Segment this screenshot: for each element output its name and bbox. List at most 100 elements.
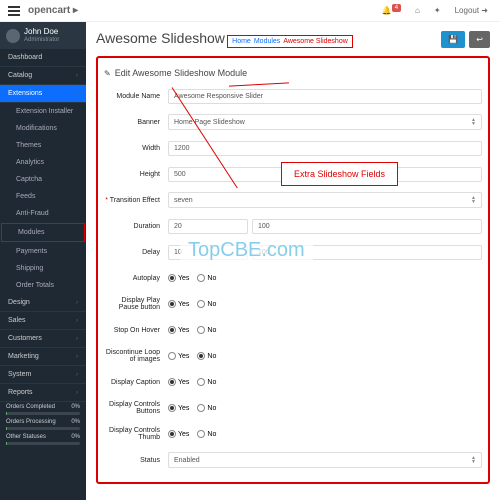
- nav-label: Customers: [8, 335, 42, 342]
- input-delay-1[interactable]: 10: [168, 245, 248, 260]
- nav-marketing[interactable]: Marketing›: [0, 348, 86, 366]
- row-caption: Display Caption Yes No: [104, 372, 482, 392]
- home-icon[interactable]: ⌂: [411, 4, 424, 17]
- nav-design[interactable]: Design›: [0, 294, 86, 312]
- radio-ctrlbtn-yes[interactable]: Yes: [168, 404, 189, 412]
- chevron-right-icon: ›: [76, 300, 78, 306]
- nav-system[interactable]: System ›: [0, 366, 86, 384]
- nav-label: Dashboard: [8, 54, 42, 61]
- radio-icon: [168, 300, 176, 308]
- crumb-home[interactable]: Home: [232, 38, 251, 45]
- row-banner: Banner Home Page Slideshow▲▼: [104, 112, 482, 132]
- nav-catalog[interactable]: Catalog›: [0, 67, 86, 85]
- label-playpause: Display Play Pause button: [104, 297, 168, 311]
- radio-icon: [168, 352, 176, 360]
- logo-text: opencart: [28, 5, 70, 16]
- chevron-right-icon: ›: [76, 336, 78, 342]
- label-delay: Delay: [104, 249, 168, 256]
- label-height: Height: [104, 171, 168, 178]
- page-title: Awesome Slideshow: [96, 30, 225, 46]
- menu-toggle-icon[interactable]: [8, 6, 20, 16]
- logo[interactable]: opencart ▸: [28, 5, 78, 16]
- nav-dashboard[interactable]: Dashboard: [0, 49, 86, 67]
- select-value: Home Page Slideshow: [174, 119, 245, 126]
- stat-processing: Orders Processing 0%: [0, 417, 86, 432]
- header-left: Awesome Slideshow Home Modules Awesome S…: [96, 30, 353, 48]
- radio-discont-no[interactable]: No: [197, 352, 216, 360]
- user-role: Administrator: [24, 37, 59, 44]
- support-icon[interactable]: ✦: [430, 4, 445, 17]
- label-status: Status: [104, 457, 168, 464]
- radio-discont-yes[interactable]: Yes: [168, 352, 189, 360]
- back-button[interactable]: ↩: [469, 31, 490, 48]
- topbar-left: opencart ▸: [8, 5, 78, 16]
- radio-ctrlbtn-no[interactable]: No: [197, 404, 216, 412]
- input-duration-2[interactable]: 100: [252, 219, 482, 234]
- nav-sub-installer[interactable]: Extension Installer: [0, 103, 86, 120]
- radio-icon: [197, 274, 205, 282]
- select-banner[interactable]: Home Page Slideshow▲▼: [168, 114, 482, 130]
- nav-sub-feeds[interactable]: Feeds: [0, 188, 86, 205]
- header-buttons: 💾 ↩: [441, 31, 490, 48]
- nav-sales[interactable]: Sales›: [0, 312, 86, 330]
- nav-sub-captcha[interactable]: Captcha: [0, 171, 86, 188]
- label-width: Width: [104, 145, 168, 152]
- nav-label: Reports: [8, 389, 33, 396]
- radio-autoplay-yes[interactable]: Yes: [168, 274, 189, 282]
- nav-sub-payments[interactable]: Payments: [0, 243, 86, 260]
- nav-extensions[interactable]: Extensions⌄: [0, 85, 86, 103]
- main: John Doe Administrator Dashboard Catalog…: [0, 22, 500, 500]
- nav-sub-antifraud[interactable]: Anti-Fraud: [0, 205, 86, 222]
- nav-sub-themes[interactable]: Themes: [0, 137, 86, 154]
- label-duration: Duration: [104, 223, 168, 230]
- stat-val: 0%: [71, 419, 80, 425]
- crumb-modules[interactable]: Modules: [254, 38, 280, 45]
- nav-reports[interactable]: Reports›: [0, 384, 86, 402]
- radio-ctrlthumb-yes[interactable]: Yes: [168, 430, 189, 438]
- row-discont: Discontinue Loop of images YesNo: [104, 346, 482, 366]
- radio-caption-no[interactable]: No: [197, 378, 216, 386]
- label-caption: Display Caption: [104, 379, 168, 386]
- label-banner: Banner: [104, 119, 168, 126]
- profile: John Doe Administrator: [0, 22, 86, 49]
- nav-label: Marketing: [8, 353, 39, 360]
- row-playpause: Display Play Pause button Yes No: [104, 294, 482, 314]
- select-status[interactable]: Enabled▲▼: [168, 452, 482, 468]
- input-module-name[interactable]: Awesome Responsive Slider: [168, 89, 482, 104]
- chevron-right-icon: ›: [76, 372, 78, 378]
- radio-icon: [168, 326, 176, 334]
- radio-icon: [197, 300, 205, 308]
- input-duration-1[interactable]: 20: [168, 219, 248, 234]
- label-stophover: Stop On Hover: [104, 327, 168, 334]
- radio-autoplay-no[interactable]: No: [197, 274, 216, 282]
- radio-stophover-yes[interactable]: Yes: [168, 326, 189, 334]
- radio-icon: [168, 274, 176, 282]
- notification-icon[interactable]: 🔔4: [378, 4, 405, 17]
- radio-icon: [197, 326, 205, 334]
- nav-customers[interactable]: Customers ›: [0, 330, 86, 348]
- content: Awesome Slideshow Home Modules Awesome S…: [86, 22, 500, 500]
- logout-link[interactable]: Logout ➜: [451, 4, 492, 17]
- radio-caption-yes[interactable]: Yes: [168, 378, 189, 386]
- topbar: opencart ▸ 🔔4 ⌂ ✦ Logout ➜: [0, 0, 500, 22]
- radio-stophover-no[interactable]: No: [197, 326, 216, 334]
- radio-playpause-yes[interactable]: Yes: [168, 300, 189, 308]
- page-header: Awesome Slideshow Home Modules Awesome S…: [96, 30, 490, 48]
- nav-sub-modifications[interactable]: Modifications: [0, 120, 86, 137]
- save-button[interactable]: 💾: [441, 31, 465, 48]
- select-transition[interactable]: seven▲▼: [168, 192, 482, 208]
- radio-icon: [168, 404, 176, 412]
- label-module-name: Module Name: [104, 93, 168, 100]
- nav-sub-modules[interactable]: Modules: [1, 223, 85, 242]
- radio-icon: [197, 430, 205, 438]
- row-module-name: Module Name Awesome Responsive Slider: [104, 86, 482, 106]
- nav-sub-analytics[interactable]: Analytics: [0, 154, 86, 171]
- nav-sub-shipping[interactable]: Shipping: [0, 260, 86, 277]
- nav-label: Catalog: [8, 72, 32, 79]
- nav-sub-ordertotals[interactable]: Order Totals: [0, 277, 86, 294]
- row-autoplay: Autoplay YesNo: [104, 268, 482, 288]
- nav-label: System: [8, 371, 31, 378]
- radio-playpause-no[interactable]: No: [197, 300, 216, 308]
- input-delay-2[interactable]: 100: [252, 245, 482, 260]
- radio-ctrlthumb-no[interactable]: No: [197, 430, 216, 438]
